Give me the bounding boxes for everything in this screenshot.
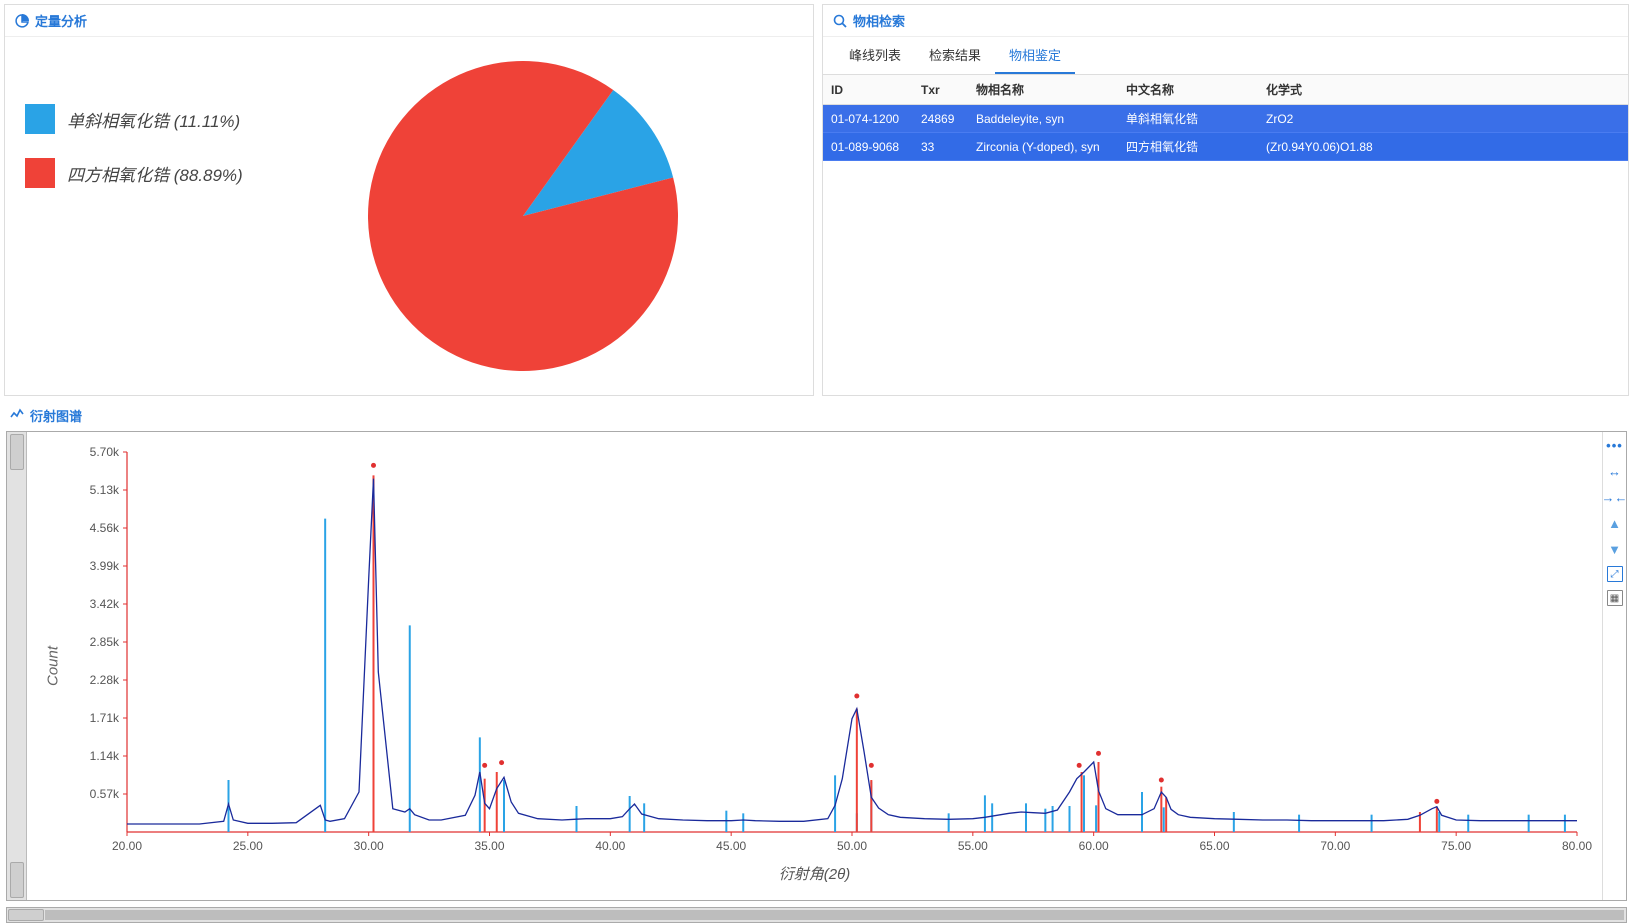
svg-text:3.99k: 3.99k: [90, 559, 120, 573]
pie-svg: [368, 61, 678, 371]
tab-peaks[interactable]: 峰线列表: [835, 37, 915, 74]
quant-title: 定量分析: [35, 11, 87, 30]
svg-text:20.00: 20.00: [112, 839, 142, 853]
search-title: 物相检索: [853, 11, 905, 30]
cell-cn: 四方相氧化锆: [1118, 133, 1258, 161]
legend: 单斜相氧化锆 (11.11%) 四方相氧化锆 (88.89%): [25, 104, 243, 188]
svg-text:35.00: 35.00: [474, 839, 504, 853]
spectrum-title: 衍射图谱: [30, 406, 82, 425]
chart-toolbar: ••• ↔ →← ▲ ▼ ⤢ ▦: [1602, 432, 1626, 900]
spectrum-panel: Count 0.57k 1.14k 1.71k 2.28k 2.85k 3.42k 3.99…: [6, 431, 1627, 901]
left-slider[interactable]: [7, 432, 27, 900]
cell-formula: (Zr0.94Y0.06)O1.88: [1258, 133, 1585, 161]
th-id[interactable]: ID: [823, 75, 913, 105]
cell-formula: ZrO2: [1258, 105, 1585, 133]
svg-text:5.70k: 5.70k: [90, 445, 120, 459]
svg-text:75.00: 75.00: [1441, 839, 1471, 853]
fit-horizontal-button[interactable]: ↔: [1606, 462, 1624, 480]
th-blank: [1585, 75, 1628, 105]
svg-text:1.71k: 1.71k: [90, 711, 120, 725]
phase-table: ID Txr 物相名称 中文名称 化学式 01-074-1200 24869 B…: [823, 75, 1628, 161]
legend-label-1: 单斜相氧化锆 (11.11%): [67, 107, 240, 132]
cell-txr: 24869: [913, 105, 968, 133]
spectrum-scrollbar[interactable]: [6, 907, 1627, 923]
table-wrap: ID Txr 物相名称 中文名称 化学式 01-074-1200 24869 B…: [823, 75, 1628, 395]
x-axis-label: 衍射角(2θ): [37, 863, 1592, 884]
table-row[interactable]: 01-074-1200 24869 Baddeleyite, syn 单斜相氧化…: [823, 105, 1628, 133]
tabs: 峰线列表 检索结果 物相鉴定: [823, 37, 1628, 75]
spectrum-svg: 0.57k 1.14k 1.71k 2.28k 2.85k 3.42k 3.99k 4.56k…: [37, 442, 1592, 862]
legend-item-2: 四方相氧化锆 (88.89%): [25, 158, 243, 188]
pie-icon: [15, 14, 29, 28]
svg-text:0.57k: 0.57k: [90, 787, 120, 801]
slider-grip-icon[interactable]: [10, 862, 24, 898]
pie-chart: [243, 61, 803, 371]
search-header: 物相检索: [823, 5, 1628, 37]
quant-panel: 定量分析 单斜相氧化锆 (11.11%) 四方相氧化锆 (88.89%): [4, 4, 814, 396]
scrollbar-track[interactable]: [45, 910, 1624, 920]
svg-text:4.56k: 4.56k: [90, 521, 120, 535]
svg-text:45.00: 45.00: [716, 839, 746, 853]
svg-text:40.00: 40.00: [595, 839, 625, 853]
table-row[interactable]: 01-089-9068 33 Zirconia (Y-doped), syn 四…: [823, 133, 1628, 161]
quant-header: 定量分析: [5, 5, 813, 37]
spectrum-chart[interactable]: Count 0.57k 1.14k 1.71k 2.28k 2.85k 3.42k 3.99…: [27, 432, 1602, 900]
cell-name: Zirconia (Y-doped), syn: [968, 133, 1118, 161]
svg-text:55.00: 55.00: [958, 839, 988, 853]
th-txr[interactable]: Txr: [913, 75, 968, 105]
legend-swatch-2: [25, 158, 55, 188]
svg-text:30.00: 30.00: [354, 839, 384, 853]
cell-txr: 33: [913, 133, 968, 161]
y-axis-label: Count: [45, 646, 62, 686]
svg-text:80.00: 80.00: [1562, 839, 1592, 853]
legend-item-1: 单斜相氧化锆 (11.11%): [25, 104, 243, 134]
table-header-row: ID Txr 物相名称 中文名称 化学式: [823, 75, 1628, 105]
scroll-up-button[interactable]: ▲: [1606, 514, 1624, 532]
svg-text:50.00: 50.00: [837, 839, 867, 853]
cell-id: 01-089-9068: [823, 133, 913, 161]
slider-grip-icon[interactable]: [10, 434, 24, 470]
fullscreen-button[interactable]: ⤢: [1607, 566, 1623, 582]
more-button[interactable]: •••: [1606, 436, 1624, 454]
line-chart-icon: [10, 407, 24, 424]
th-formula[interactable]: 化学式: [1258, 75, 1585, 105]
scroll-down-button[interactable]: ▼: [1606, 540, 1624, 558]
scrollbar-grip-icon[interactable]: [8, 909, 44, 921]
tab-results[interactable]: 检索结果: [915, 37, 995, 74]
svg-text:65.00: 65.00: [1199, 839, 1229, 853]
svg-text:5.13k: 5.13k: [90, 483, 120, 497]
spectrum-header: 衍射图谱: [0, 400, 1633, 431]
collapse-horizontal-button[interactable]: →←: [1606, 488, 1624, 506]
svg-text:25.00: 25.00: [233, 839, 263, 853]
quant-body: 单斜相氧化锆 (11.11%) 四方相氧化锆 (88.89%): [5, 37, 813, 395]
svg-text:3.42k: 3.42k: [90, 597, 120, 611]
tab-ident[interactable]: 物相鉴定: [995, 37, 1075, 74]
cell-id: 01-074-1200: [823, 105, 913, 133]
legend-swatch-1: [25, 104, 55, 134]
cell-name: Baddeleyite, syn: [968, 105, 1118, 133]
svg-text:1.14k: 1.14k: [90, 749, 120, 763]
th-cn[interactable]: 中文名称: [1118, 75, 1258, 105]
svg-text:2.85k: 2.85k: [90, 635, 120, 649]
grid-button[interactable]: ▦: [1607, 590, 1623, 606]
search-panel: 物相检索 峰线列表 检索结果 物相鉴定 ID Txr 物相名称 中文名称 化学式: [822, 4, 1629, 396]
th-name[interactable]: 物相名称: [968, 75, 1118, 105]
svg-text:2.28k: 2.28k: [90, 673, 120, 687]
svg-text:60.00: 60.00: [1079, 839, 1109, 853]
search-icon: [833, 14, 847, 28]
svg-text:70.00: 70.00: [1320, 839, 1350, 853]
cell-cn: 单斜相氧化锆: [1118, 105, 1258, 133]
legend-label-2: 四方相氧化锆 (88.89%): [67, 161, 243, 186]
